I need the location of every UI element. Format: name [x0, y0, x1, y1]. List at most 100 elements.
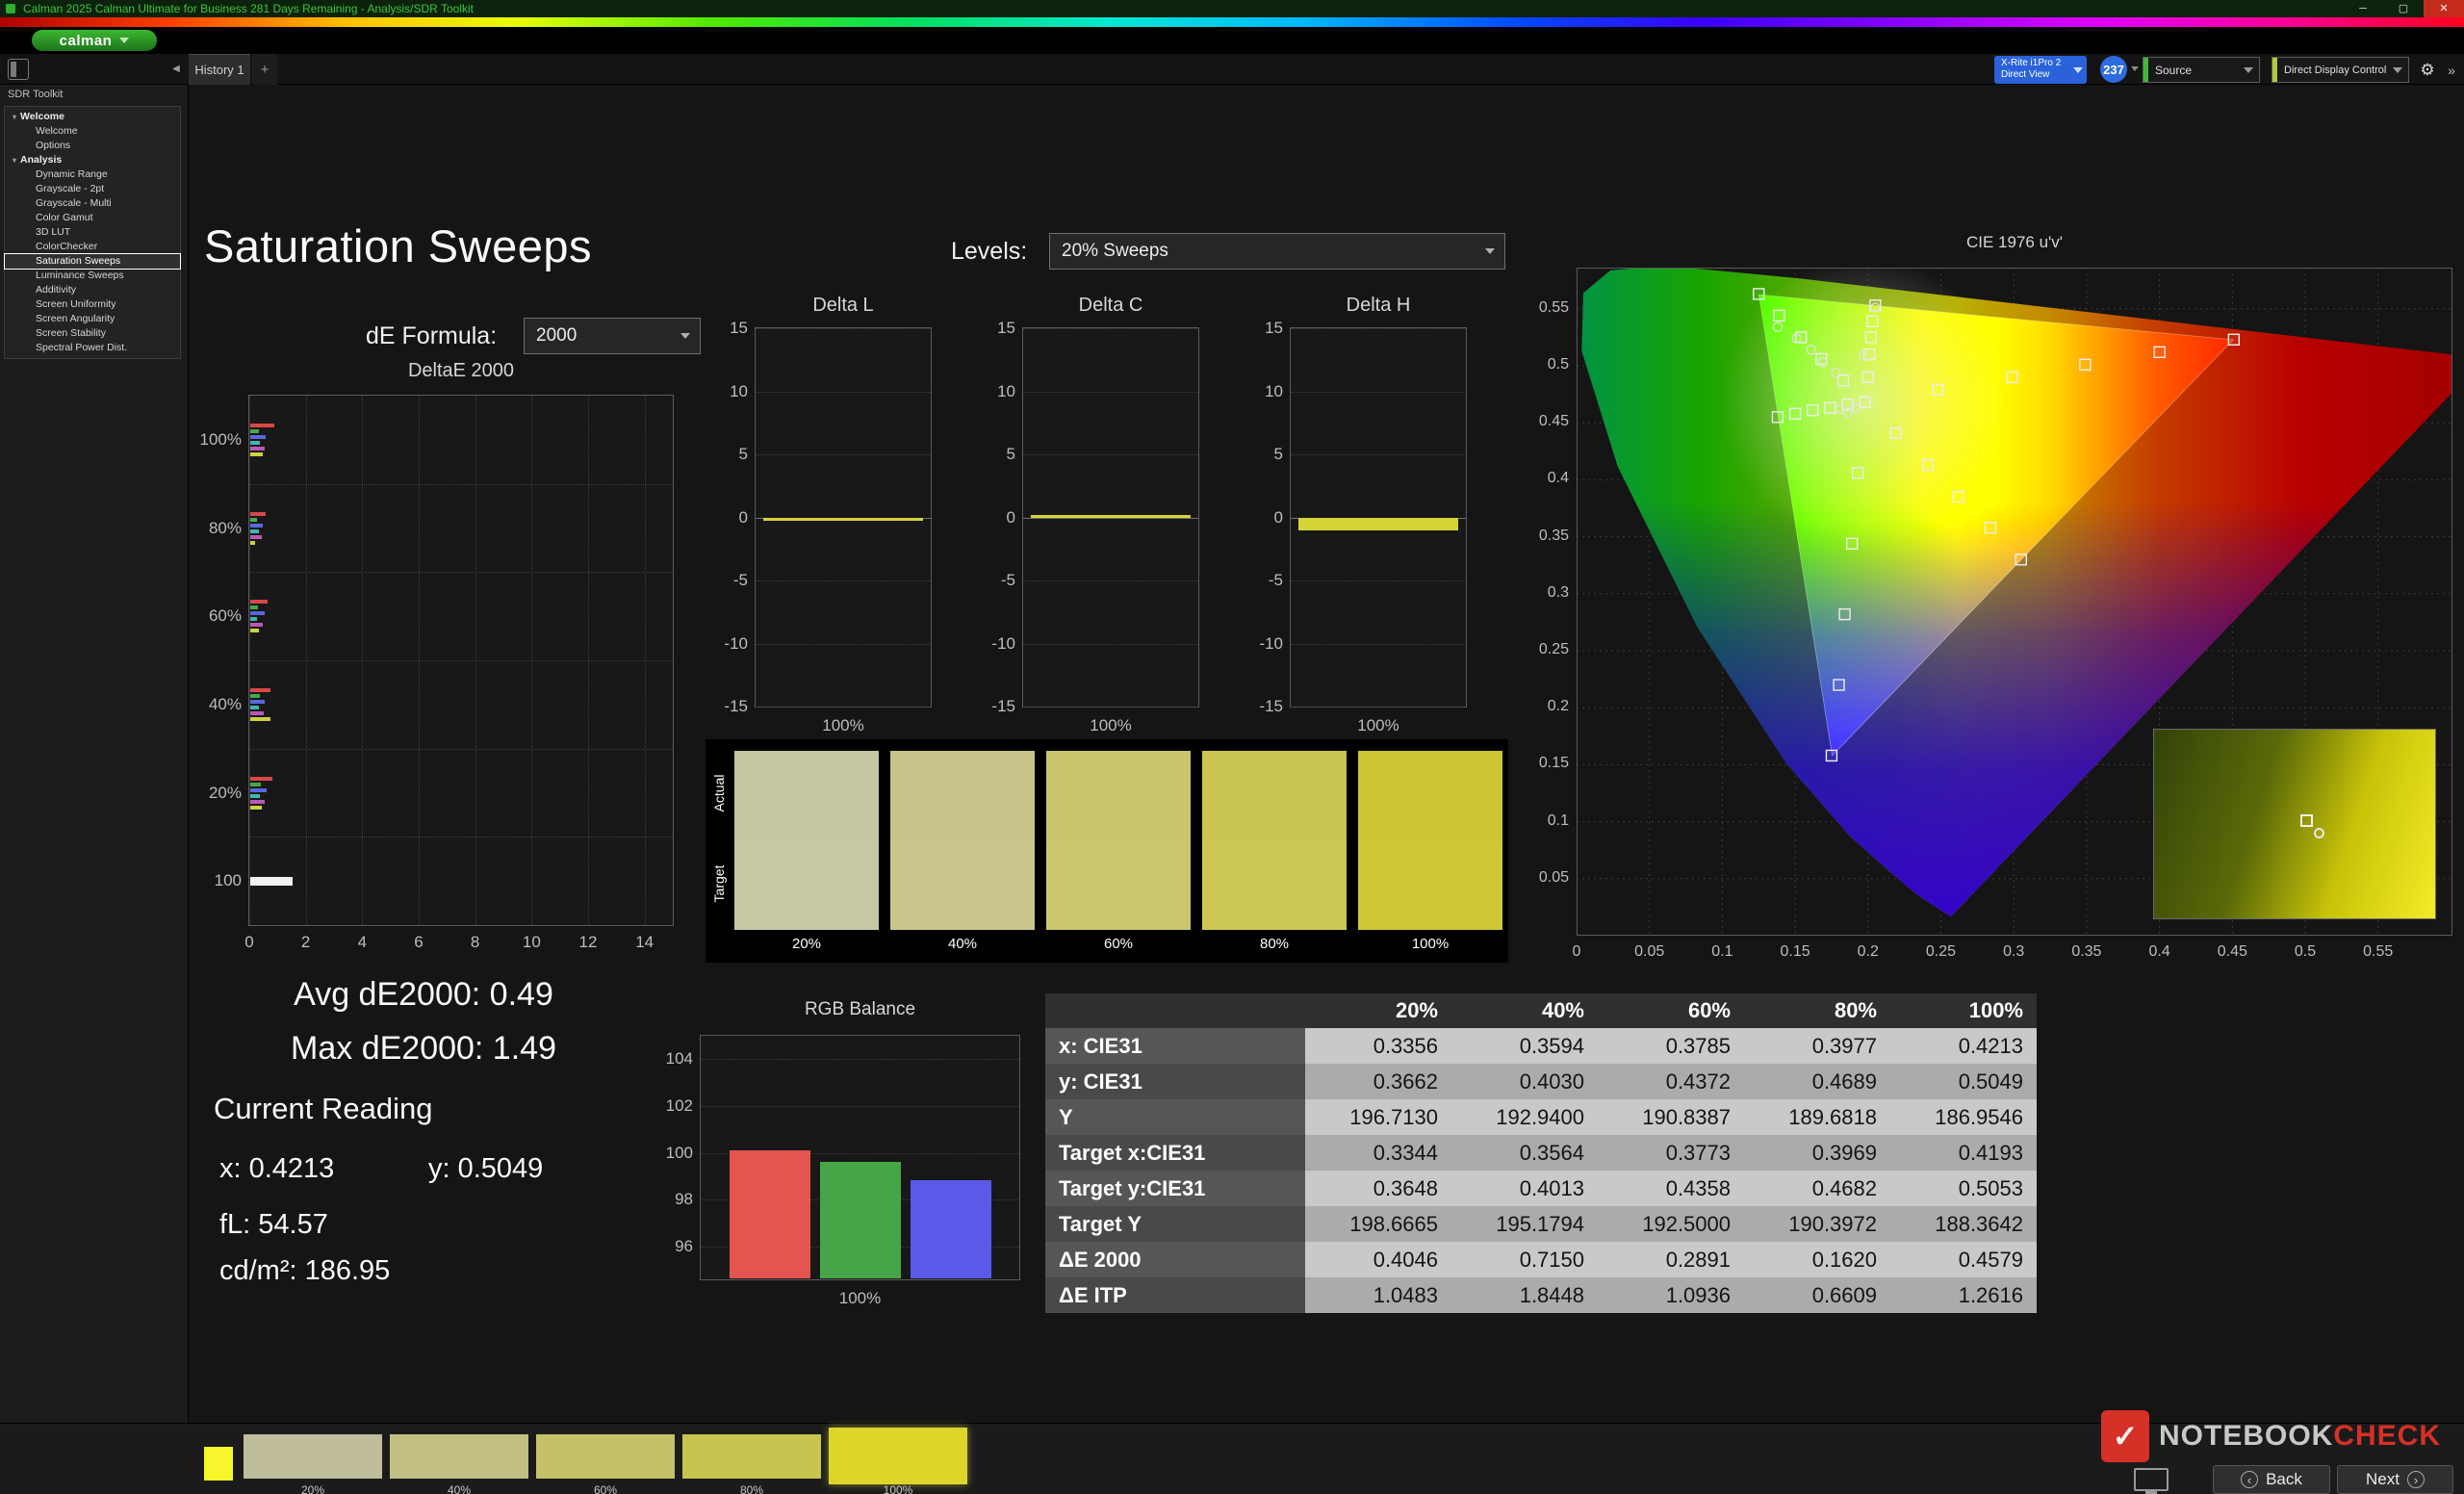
sidebar-item-color-gamut[interactable]: Color Gamut: [5, 211, 180, 225]
target-swatch: [890, 840, 1035, 930]
measurement-count-badge[interactable]: 237: [2100, 56, 2127, 83]
deltae-bar: [250, 441, 260, 445]
display-icon[interactable]: [2134, 1468, 2169, 1491]
swatch-level-label: 80%: [1202, 936, 1347, 952]
sidebar-group-welcome[interactable]: ▾Welcome: [5, 110, 180, 124]
inset-target-marker: [2300, 814, 2313, 827]
axis-tick-label: 0.2: [1839, 943, 1897, 961]
sidebar-item-options[interactable]: Options: [5, 139, 180, 153]
deltae-bar: [250, 535, 262, 539]
table-cell: 196.7130: [1305, 1099, 1451, 1135]
grid-line: [1291, 644, 1466, 645]
sidebar-item-spectral-power-dist[interactable]: Spectral Power Dist.: [5, 341, 180, 355]
next-button[interactable]: Next ›: [2337, 1465, 2453, 1494]
swatch-level-label: 40%: [890, 936, 1035, 952]
table-row-e-2000: ΔE 20000.40460.71500.28910.16200.4579: [1045, 1242, 2037, 1277]
cie-1976-chart: 00.050.10.150.20.250.30.350.40.450.50.55…: [1577, 268, 2452, 936]
expander-icon: ▾: [13, 156, 16, 165]
row-label: x: CIE31: [1045, 1028, 1305, 1064]
filmstrip-thumb-20[interactable]: [244, 1434, 382, 1479]
current-patch-indicator[interactable]: [204, 1447, 233, 1481]
back-button[interactable]: ‹ Back: [2213, 1465, 2330, 1494]
chevron-down-icon: [2244, 67, 2253, 73]
delta-h-chart: 151050-5-10-15100%: [1290, 327, 1467, 708]
de-formula-dropdown[interactable]: 2000: [524, 318, 701, 354]
maximize-button[interactable]: ▢: [2383, 0, 2424, 17]
source-dropdown[interactable]: Source: [2143, 57, 2260, 83]
sidebar-item-colorchecker[interactable]: ColorChecker: [5, 240, 180, 254]
close-button[interactable]: ✕: [2424, 0, 2464, 17]
filmstrip-label: 60%: [536, 1483, 675, 1494]
sidebar-item-screen-angularity[interactable]: Screen Angularity: [5, 312, 180, 326]
deltae-bar: [250, 512, 266, 516]
filmstrip-thumb-60[interactable]: [536, 1434, 675, 1479]
axis-tick-label: -15: [962, 697, 1015, 716]
settings-gear-icon[interactable]: ⚙: [2415, 56, 2440, 84]
add-tab-button[interactable]: +: [252, 54, 277, 85]
grid-line: [249, 660, 673, 661]
calman-menu-button[interactable]: calman: [32, 30, 157, 51]
deltae-bar: [250, 688, 270, 692]
table-corner-cell: [1045, 993, 1305, 1028]
sidebar-item-screen-stability[interactable]: Screen Stability: [5, 326, 180, 341]
sidebar-panel-icon[interactable]: [8, 59, 29, 80]
delta-bar: [1298, 518, 1458, 530]
display-control-dropdown[interactable]: Direct Display Control: [2272, 57, 2409, 83]
tab-history-1[interactable]: History 1: [189, 54, 250, 85]
levels-dropdown[interactable]: 20% Sweeps: [1049, 233, 1505, 270]
chevron-down-icon: [1485, 248, 1495, 254]
grid-line: [1023, 328, 1198, 329]
filmstrip-thumb-40[interactable]: [390, 1434, 528, 1479]
chevron-down-icon: [2393, 67, 2402, 73]
sidebar-item-3d-lut[interactable]: 3D LUT: [5, 225, 180, 240]
deltae-bar: [250, 877, 293, 886]
axis-tick-label: 80%: [188, 519, 242, 538]
axis-tick-label: 14: [626, 933, 664, 952]
table-row-e-itp: ΔE ITP1.04831.84481.09360.66091.2616: [1045, 1277, 2037, 1313]
sidebar-item-dynamic-range[interactable]: Dynamic Range: [5, 167, 180, 182]
minimize-button[interactable]: ─: [2343, 0, 2383, 17]
sidebar-item-welcome[interactable]: Welcome: [5, 124, 180, 139]
sidebar-item-luminance-sweeps[interactable]: Luminance Sweeps: [5, 269, 180, 283]
sidebar-group-analysis[interactable]: ▾Analysis: [5, 153, 180, 167]
sidebar-item-saturation-sweeps[interactable]: Saturation Sweeps: [5, 254, 180, 269]
deltae-chart-title: DeltaE 2000: [246, 360, 676, 382]
current-x-value: x: 0.4213: [219, 1153, 334, 1185]
results-table: 20%40%60%80%100%x: CIE310.33560.35940.37…: [1045, 993, 2037, 1313]
axis-tick-label: 10: [1229, 382, 1283, 401]
deltae-bar: [250, 518, 257, 522]
rgb-bar-green: [820, 1162, 901, 1278]
filmstrip-label: 100%: [829, 1483, 967, 1494]
swatch-level-label: 60%: [1046, 936, 1191, 952]
deltae-bar: [250, 529, 259, 533]
table-cell: 0.3977: [1744, 1028, 1890, 1064]
table-cell: 0.3344: [1305, 1135, 1451, 1171]
deltae-bar: [250, 717, 270, 721]
sidebar-item-grayscale-2pt[interactable]: Grayscale - 2pt: [5, 182, 180, 196]
next-label: Next: [2366, 1470, 2400, 1489]
watermark-part2: CHECK: [2333, 1420, 2441, 1452]
sidebar-item-screen-uniformity[interactable]: Screen Uniformity: [5, 297, 180, 312]
menu-bar: calman: [0, 27, 2464, 54]
grid-line: [249, 484, 673, 485]
collapse-sidebar-button[interactable]: ◀: [167, 61, 185, 78]
axis-tick-label: 20%: [188, 784, 242, 803]
expand-right-icon[interactable]: »: [2442, 56, 2461, 84]
chevron-down-icon[interactable]: [2131, 66, 2139, 71]
table-cell: 0.4372: [1598, 1064, 1744, 1099]
axis-tick-label: 0.45: [1515, 413, 1569, 430]
meter-button[interactable]: X-Rite i1Pro 2 Direct View: [1994, 56, 2087, 84]
actual-row-label: Actual: [711, 764, 727, 822]
deltae-bar: [250, 806, 262, 810]
axis-tick-label: 100: [188, 871, 242, 890]
filmstrip-thumb-80[interactable]: [682, 1434, 821, 1479]
axis-tick-label: 0.05: [1515, 869, 1569, 887]
target-swatch: [1358, 840, 1502, 930]
sidebar-item-additivity[interactable]: Additivity: [5, 283, 180, 297]
axis-tick-label: 100: [639, 1144, 693, 1163]
filmstrip-thumb-100[interactable]: [829, 1428, 967, 1484]
sidebar-item-grayscale-multi[interactable]: Grayscale - Multi: [5, 196, 180, 211]
table-cell: 0.3773: [1598, 1135, 1744, 1171]
notebookcheck-watermark: ✓ NOTEBOOKCHECK: [2101, 1410, 2441, 1462]
row-label: ΔE 2000: [1045, 1242, 1305, 1277]
